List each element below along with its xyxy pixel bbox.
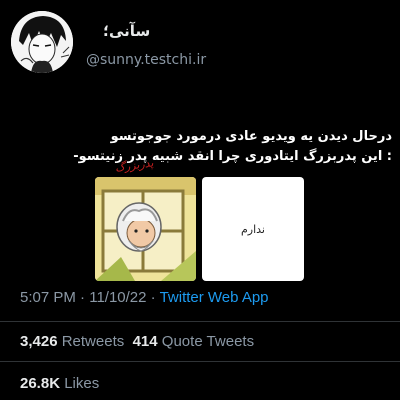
quotes-stat[interactable]: 414 Quote Tweets (133, 333, 254, 350)
quotes-label: Quote Tweets (161, 333, 255, 350)
image-caption-text: ندارم (240, 223, 265, 236)
stats-row-retweets: 3,426 Retweets 414 Quote Tweets (20, 333, 254, 350)
retweets-stat[interactable]: 3,426 Retweets (20, 333, 124, 350)
retweets-label: Retweets (61, 333, 125, 350)
retweets-count: 3,426 (20, 333, 58, 350)
tweet-image-left[interactable] (95, 177, 196, 281)
divider-2 (0, 361, 400, 362)
tweet-meta-row: 5:07 PM · 11/10/22 · Twitter Web App (20, 289, 269, 306)
likes-count: 26.8K (20, 375, 61, 392)
tweet-source-link[interactable]: Twitter Web App (160, 289, 269, 306)
display-name[interactable]: سآنی؛ (103, 22, 199, 40)
likes-label: Likes (64, 375, 100, 392)
tweet-date[interactable]: 11/10/22 (89, 289, 146, 306)
user-handle[interactable]: @sunny.testchi.ir (86, 52, 206, 68)
likes-stat[interactable]: 26.8K Likes (20, 375, 99, 392)
tweet-text-line-1: درحال دیدن یه ویدیو عادی درمورد جوجوتسو (110, 129, 392, 144)
divider (0, 321, 400, 322)
cartoon-grandpa-image (95, 177, 196, 281)
avatar[interactable] (11, 11, 73, 73)
tweet-image-right[interactable]: ندارم (202, 177, 304, 281)
quotes-count: 414 (132, 333, 158, 350)
avatar-image (11, 11, 73, 73)
tweet-time[interactable]: 5:07 PM (20, 289, 76, 306)
meta-separator-2: · (150, 289, 156, 306)
meta-separator: · (80, 289, 86, 306)
